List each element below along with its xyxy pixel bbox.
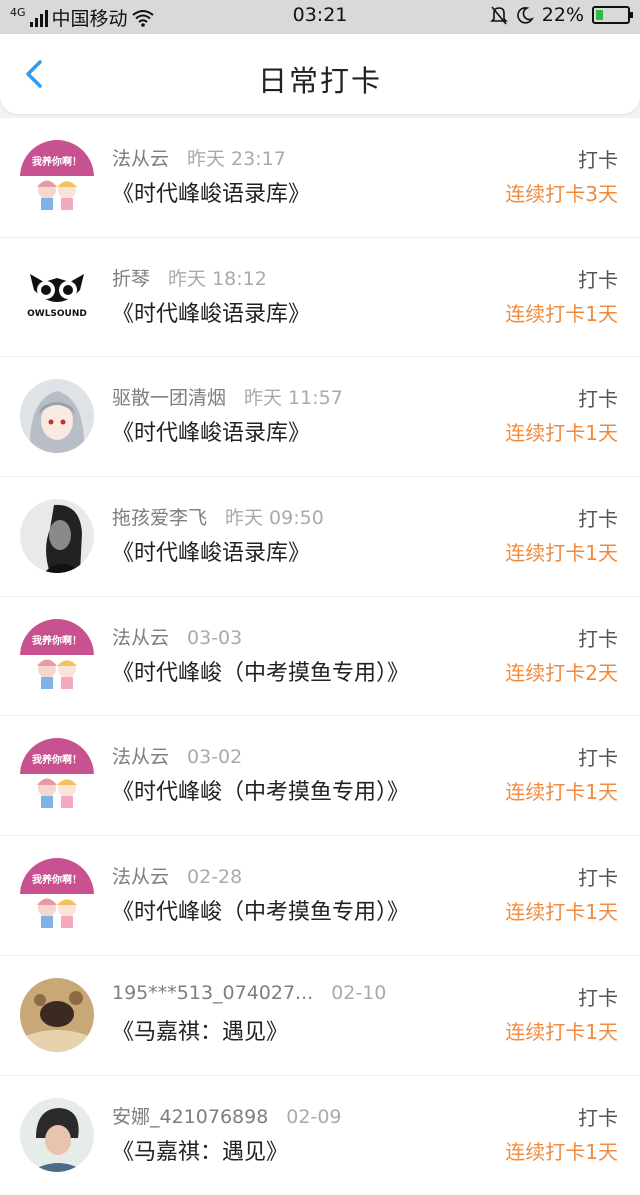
- moon-icon: [516, 6, 534, 24]
- book-title[interactable]: 《马嘉祺：遇见》: [112, 1014, 288, 1046]
- book-title[interactable]: 《时代峰峻语录库》: [112, 296, 310, 328]
- user-name: 拖孩爱李飞: [112, 507, 207, 529]
- svg-text:我养你啊！: 我养你啊！: [32, 753, 82, 766]
- battery-icon: [592, 6, 630, 24]
- book-title[interactable]: 《时代峰峻语录库》: [112, 535, 310, 567]
- streak-label: 连续打卡3天: [505, 178, 618, 207]
- streak-label: 连续打卡1天: [505, 776, 618, 805]
- user-name: 法从云: [112, 627, 169, 649]
- svg-text:我养你啊！: 我养你啊！: [32, 155, 82, 168]
- book-title[interactable]: 《时代峰峻（中考摸鱼专用）》: [112, 774, 409, 806]
- avatar[interactable]: 我养你啊！: [20, 738, 94, 812]
- row-meta: 拖孩爱李飞昨天 09:50: [112, 503, 324, 530]
- svg-text:OWLSOUND: OWLSOUND: [27, 309, 87, 319]
- checkin-time: 昨天 11:57: [244, 387, 343, 409]
- avatar[interactable]: 我养你啊！: [20, 858, 94, 932]
- checkin-row[interactable]: 我养你啊！ 法从云 03-03 《时代峰峻（中考摸鱼专用）》 打卡连续打卡2天: [0, 597, 640, 717]
- avatar[interactable]: [20, 499, 94, 573]
- mute-bell-icon: [490, 5, 508, 25]
- row-meta: 法从云 03-02: [112, 742, 242, 769]
- avatar[interactable]: 我养你啊！: [20, 619, 94, 693]
- checkin-row[interactable]: 195***513_074027... 02-10 《马嘉祺：遇见》 打卡连续打卡1天: [0, 956, 640, 1076]
- checkin-button[interactable]: 打卡: [578, 862, 618, 891]
- user-name: 折琴: [112, 268, 150, 290]
- book-title[interactable]: 《时代峰峻语录库》: [112, 415, 310, 447]
- svg-text:我养你啊！: 我养你啊！: [32, 634, 82, 647]
- checkin-button[interactable]: 打卡: [578, 383, 618, 412]
- row-meta: 法从云 02-28: [112, 862, 242, 889]
- streak-label: 连续打卡1天: [505, 1016, 618, 1045]
- user-name: 安娜_421076898: [112, 1106, 268, 1128]
- checkin-time: 02-28: [187, 866, 242, 888]
- streak-label: 连续打卡1天: [505, 1136, 618, 1165]
- checkin-row[interactable]: 我养你啊！ 法从云 03-02 《时代峰峻（中考摸鱼专用）》 打卡连续打卡1天: [0, 716, 640, 836]
- checkin-button[interactable]: 打卡: [578, 264, 618, 293]
- streak-label: 连续打卡1天: [505, 896, 618, 925]
- streak-label: 连续打卡1天: [505, 417, 618, 446]
- checkin-time: 昨天 23:17: [187, 148, 286, 170]
- row-meta: 驱散一团清烟昨天 11:57: [112, 383, 343, 410]
- user-name: 法从云: [112, 866, 169, 888]
- avatar[interactable]: OWLSOUND: [20, 260, 94, 334]
- avatar[interactable]: 我养你啊！: [20, 140, 94, 214]
- book-title[interactable]: 《马嘉祺：遇见》: [112, 1134, 288, 1166]
- row-meta: 法从云昨天 23:17: [112, 144, 286, 171]
- checkin-button[interactable]: 打卡: [578, 742, 618, 771]
- book-title[interactable]: 《时代峰峻语录库》: [112, 176, 310, 208]
- checkin-list: 我养你啊！法从云昨天 23:17《时代峰峻语录库》打卡连续打卡3天OWLSOUN…: [0, 118, 640, 1195]
- status-right: 22%: [490, 4, 630, 26]
- checkin-button[interactable]: 打卡: [578, 623, 618, 652]
- user-name: 法从云: [112, 746, 169, 768]
- checkin-button[interactable]: 打卡: [578, 982, 618, 1011]
- checkin-row[interactable]: 安娜_421076898 02-09 《马嘉祺：遇见》 打卡连续打卡1天: [0, 1076, 640, 1195]
- checkin-row[interactable]: 拖孩爱李飞昨天 09:50 《时代峰峻语录库》 打卡连续打卡1天: [0, 477, 640, 597]
- streak-label: 连续打卡1天: [505, 298, 618, 327]
- avatar[interactable]: [20, 978, 94, 1052]
- checkin-button[interactable]: 打卡: [578, 503, 618, 532]
- page-title: 日常打卡: [0, 58, 640, 100]
- user-name: 法从云: [112, 148, 169, 170]
- user-name: 195***513_074027...: [112, 982, 313, 1004]
- checkin-time: 昨天 18:12: [168, 268, 267, 290]
- checkin-button[interactable]: 打卡: [578, 1102, 618, 1131]
- streak-label: 连续打卡2天: [505, 657, 618, 686]
- row-meta: 安娜_421076898 02-09: [112, 1102, 342, 1129]
- row-meta: 法从云 03-03: [112, 623, 242, 650]
- checkin-button[interactable]: 打卡: [578, 144, 618, 173]
- checkin-time: 昨天 09:50: [225, 507, 324, 529]
- checkin-time: 02-09: [286, 1106, 341, 1128]
- streak-label: 连续打卡1天: [505, 537, 618, 566]
- user-name: 驱散一团清烟: [112, 387, 226, 409]
- book-title[interactable]: 《时代峰峻（中考摸鱼专用）》: [112, 655, 409, 687]
- checkin-row[interactable]: OWLSOUND 折琴昨天 18:12 《时代峰峻语录库》 打卡连续打卡1天: [0, 238, 640, 358]
- checkin-row[interactable]: 我养你啊！ 法从云 02-28 《时代峰峻（中考摸鱼专用）》 打卡连续打卡1天: [0, 836, 640, 956]
- checkin-time: 02-10: [331, 982, 386, 1004]
- nav-bar: 日常打卡: [0, 34, 640, 114]
- avatar[interactable]: [20, 379, 94, 453]
- checkin-time: 03-03: [187, 627, 242, 649]
- battery-percent: 22%: [542, 4, 584, 26]
- checkin-time: 03-02: [187, 746, 242, 768]
- row-meta: 195***513_074027... 02-10: [112, 982, 386, 1004]
- checkin-row[interactable]: 驱散一团清烟昨天 11:57 《时代峰峻语录库》 打卡连续打卡1天: [0, 357, 640, 477]
- book-title[interactable]: 《时代峰峻（中考摸鱼专用）》: [112, 894, 409, 926]
- status-bar: 4G 中国移动 03:21 22%: [0, 0, 640, 34]
- checkin-row[interactable]: 我养你啊！ 法从云昨天 23:17 《时代峰峻语录库》 打卡连续打卡3天: [0, 118, 640, 238]
- svg-text:我养你啊！: 我养你啊！: [32, 873, 82, 886]
- avatar[interactable]: [20, 1098, 94, 1172]
- row-meta: 折琴昨天 18:12: [112, 264, 267, 291]
